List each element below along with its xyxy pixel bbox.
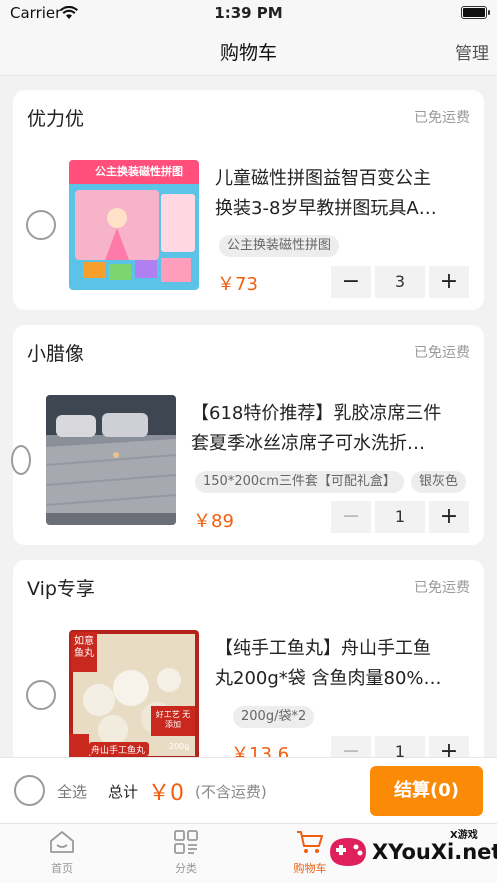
quantity-value[interactable]: 3: [375, 266, 425, 298]
battery-icon: [461, 6, 490, 19]
product-title[interactable]: 儿童磁性拼图益智百变公主 换装3-8岁早教拼图玩具A…: [215, 164, 471, 224]
checkout-button[interactable]: 结算(0): [370, 766, 483, 816]
plus-icon[interactable]: +: [429, 266, 469, 298]
item-checkbox[interactable]: [11, 445, 31, 475]
product-spec[interactable]: 200g/袋*2: [233, 706, 315, 728]
product-image[interactable]: [46, 395, 176, 525]
product-title-line: 【纯手工鱼丸】舟山手工鱼: [215, 638, 431, 659]
item-checkbox[interactable]: [26, 680, 56, 710]
tab-label: 首页: [51, 862, 73, 875]
shipping-status: 已免运费: [414, 110, 470, 126]
product-image[interactable]: 如意鱼丸 好工艺 无添加 舟山手工鱼丸 200g: [69, 630, 199, 760]
shipping-status: 已免运费: [414, 580, 470, 596]
page-title: 购物车: [219, 42, 277, 64]
product-image-caption: 公主换装磁性拼图: [95, 165, 183, 178]
item-checkbox[interactable]: [26, 210, 56, 240]
nav-bar: 购物车 管理: [0, 26, 497, 76]
shipping-note: (不含运费): [195, 783, 267, 801]
product-spec[interactable]: 银灰色: [411, 471, 467, 493]
product-price: ￥89: [193, 511, 234, 532]
watermark-logo-icon: [330, 838, 366, 866]
product-image[interactable]: 公主换装磁性拼图: [69, 160, 199, 290]
shop-name: Vip专享: [27, 578, 95, 600]
product-title-line: 换装3-8岁早教拼图玩具A…: [215, 198, 437, 219]
tab-label: 分类: [175, 862, 197, 875]
checkout-bar: 全选 总计 ￥0 (不含运费) 结算(0): [0, 757, 497, 823]
clock: 1:39 PM: [214, 4, 283, 22]
select-all-checkbox[interactable]: [14, 775, 45, 806]
product-price: ￥73: [217, 274, 258, 295]
total-label: 总计: [108, 783, 139, 801]
product-spec[interactable]: 公主换装磁性拼图: [219, 235, 340, 257]
tab-category[interactable]: 分类: [151, 830, 221, 876]
status-bar: Carrier 1:39 PM: [0, 0, 497, 26]
shipping-status: 已免运费: [414, 345, 470, 361]
product-title[interactable]: 【618特价推荐】乳胶凉席三件 套夏季冰丝凉席子可水洗折…: [191, 399, 473, 459]
product-title-line: 套夏季冰丝凉席子可水洗折…: [191, 433, 425, 454]
cart-icon: [297, 831, 323, 853]
product-image-caption: 如意鱼丸: [74, 636, 94, 659]
grid-icon: [174, 830, 198, 854]
minus-icon[interactable]: −: [331, 266, 371, 298]
total-price: ￥0: [148, 781, 184, 806]
quantity-value[interactable]: 1: [375, 501, 425, 533]
shop-card: Vip专享 已免运费 如意鱼丸 好工艺 无添加 舟山手工鱼丸 200g 【纯手工…: [13, 560, 484, 780]
product-spec[interactable]: 150*200cm三件套【可配礼盒】: [195, 471, 404, 493]
product-title-line: 丸200g*袋 含鱼肉量80%…: [215, 668, 442, 689]
product-image-caption: 200g: [169, 742, 190, 751]
product-title-line: 儿童磁性拼图益智百变公主: [215, 168, 431, 189]
minus-icon[interactable]: −: [331, 501, 371, 533]
watermark-small-text: X游戏: [450, 830, 478, 841]
shop-name: 小腊像: [27, 343, 85, 365]
shop-card: 优力优 已免运费 公主换装磁性拼图 儿童磁性拼图益智百变公主 换装3-8岁早教拼…: [13, 90, 484, 310]
manage-button[interactable]: 管理: [455, 39, 489, 64]
watermark-text: XYouXi.net: [372, 840, 497, 864]
select-all-label[interactable]: 全选: [57, 781, 87, 802]
quantity-stepper: − 1 +: [331, 501, 469, 533]
product-title-line: 【618特价推荐】乳胶凉席三件: [191, 403, 442, 424]
shop-card: 小腊像 已免运费 【618特价推荐】乳胶凉席三件 套夏季冰丝凉席子可水洗折… 1…: [11, 325, 484, 545]
quantity-stepper: − 3 +: [331, 266, 469, 298]
shop-name: 优力优: [27, 108, 85, 130]
watermark: X游戏 XYouXi.net: [322, 826, 497, 880]
home-icon: [50, 831, 74, 853]
tab-home[interactable]: 首页: [27, 830, 97, 876]
plus-icon[interactable]: +: [429, 501, 469, 533]
product-image-caption: 舟山手工鱼丸: [91, 746, 146, 756]
product-image-caption: 好工艺 无添加: [155, 710, 191, 729]
product-title[interactable]: 【纯手工鱼丸】舟山手工鱼 丸200g*袋 含鱼肉量80%…: [215, 634, 471, 694]
